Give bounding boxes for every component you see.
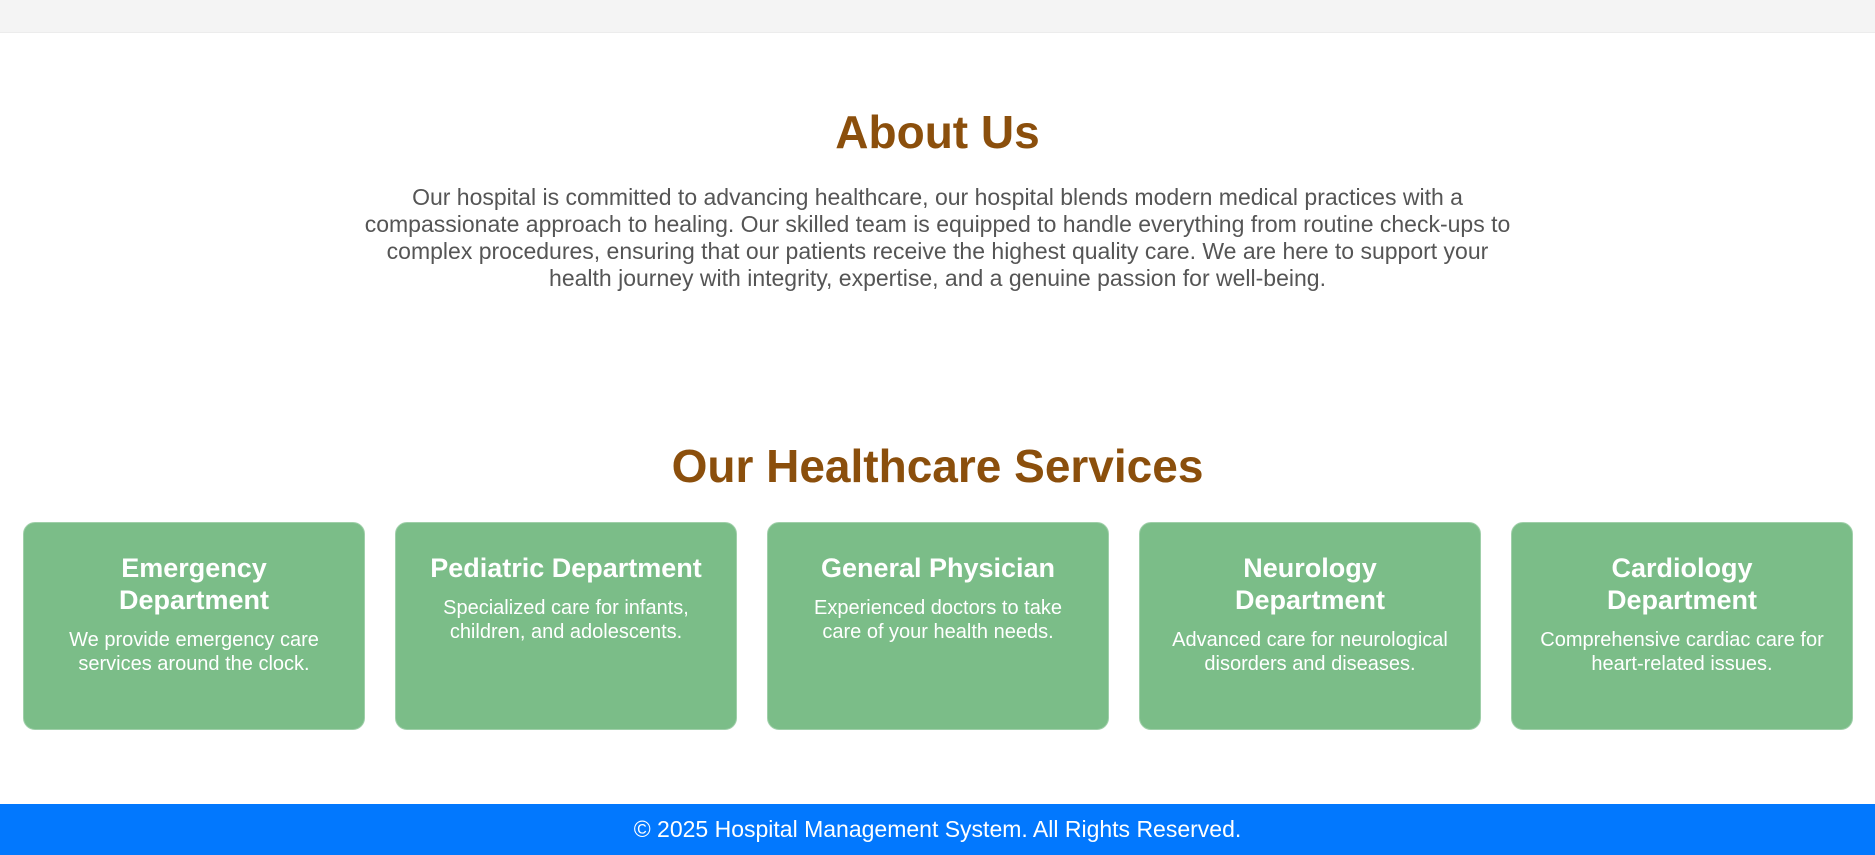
service-card-description: Comprehensive cardiac care for heart-rel… [1540,629,1824,675]
service-card-cardiology[interactable]: Cardiology Department Comprehensive card… [1511,522,1853,730]
footer: © 2025 Hospital Management System. All R… [0,804,1875,855]
service-card-title: Pediatric Department [430,553,702,583]
services-cards: Emergency Department We provide emergenc… [23,522,1853,730]
service-card-title: Emergency Department [118,553,270,615]
service-card-description: Specialized care for infants, children, … [443,597,689,643]
services-title: Our Healthcare Services [671,440,1204,492]
services-section: Our Healthcare Services [0,434,1875,498]
service-card-pediatric[interactable]: Pediatric Department Specialized care fo… [395,522,737,730]
footer-copyright: © 2025 Hospital Management System. All R… [633,816,1242,842]
service-card-neurology[interactable]: Neurology Department Advanced care for n… [1139,522,1481,730]
service-card-description: Advanced care for neurological disorders… [1172,629,1448,675]
service-card-general-physician[interactable]: General Physician Experienced doctors to… [767,522,1109,730]
service-card-description: Experienced doctors to take care of your… [814,597,1062,643]
service-card-emergency[interactable]: Emergency Department We provide emergenc… [23,522,365,730]
service-card-description: We provide emergency care services aroun… [69,629,319,675]
service-card-title: Cardiology Department [1606,553,1758,615]
about-title: About Us [835,106,1040,158]
service-card-title: General Physician [820,553,1056,583]
about-text: Our hospital is committed to advancing h… [364,184,1511,291]
about-section: About Us Our hospital is committed to ad… [0,100,1875,292]
service-card-title: Neurology Department [1234,553,1386,615]
top-bar [0,0,1875,33]
